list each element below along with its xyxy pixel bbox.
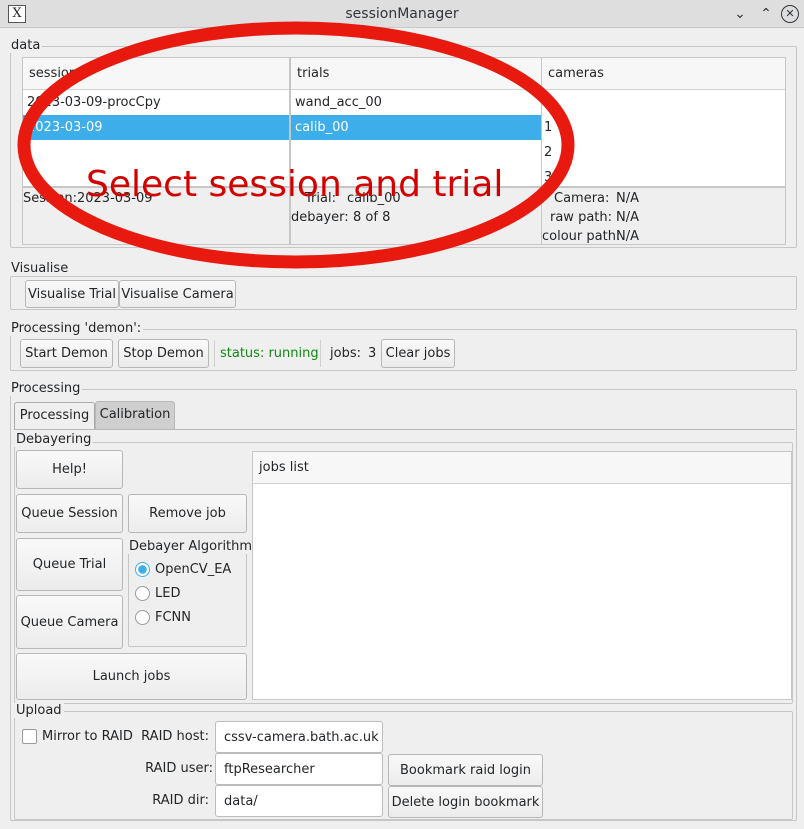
tab-divider [14,429,795,430]
tab-processing[interactable]: Processing [14,402,95,430]
raid-dir-label: RAID dir: [152,793,209,808]
demon-group-label: Processing 'demon': [9,321,144,336]
delete-login-bookmark-button[interactable]: Delete login bookmark [388,786,543,818]
raid-user-field[interactable]: ftpResearcher [215,753,383,785]
radio-opencv-ea[interactable] [135,562,150,577]
separator [214,340,215,367]
debayer-algorithm-label: Debayer Algorithm [127,539,255,554]
radio-label: FCNN [155,610,192,625]
processing-group-label: Processing [9,381,83,396]
debayering-group-label: Debayering [14,432,94,447]
visualise-trial-button[interactable]: Visualise Trial [25,280,119,308]
stop-demon-button[interactable]: Stop Demon [118,339,209,368]
visualise-camera-button[interactable]: Visualise Camera [119,280,236,308]
annotation-ellipse [17,21,575,269]
jobs-list-header[interactable]: jobs list [253,452,791,484]
queue-trial-button[interactable]: Queue Trial [16,538,123,591]
demon-status: status: running [220,346,319,361]
help-button[interactable]: Help! [16,450,123,489]
mirror-to-raid-label: Mirror to RAID [42,729,133,744]
radio-label: LED [155,586,181,601]
jobs-list[interactable]: jobs list [252,451,792,700]
tab-calibration[interactable]: Calibration [95,401,175,429]
annotation-text: Select session and trial [86,164,504,205]
raid-host-field[interactable]: cssv-camera.bath.ac.uk [215,721,383,753]
raid-user-label: RAID user: [145,761,213,776]
radio-label: OpenCV_EA [155,562,232,577]
mirror-to-raid-checkbox[interactable] [22,729,37,744]
start-demon-button[interactable]: Start Demon [20,339,113,368]
raid-host-label: RAID host: [141,729,209,744]
annotation-overlay [17,21,575,269]
visualise-group-label: Visualise [9,261,71,276]
bookmark-raid-login-button[interactable]: Bookmark raid login [388,754,543,786]
queue-session-button[interactable]: Queue Session [16,494,123,533]
remove-job-button[interactable]: Remove job [128,494,247,533]
jobs-count-value: 3 [368,346,377,361]
radio-led[interactable] [135,586,150,601]
clear-jobs-button[interactable]: Clear jobs [381,339,455,368]
launch-jobs-button[interactable]: Launch jobs [16,653,247,700]
jobs-count-label: jobs: [330,346,361,361]
radio-fcnn[interactable] [135,610,150,625]
queue-camera-button[interactable]: Queue Camera [16,595,123,649]
upload-group-label: Upload [14,703,64,718]
raid-dir-field[interactable]: data/ [215,785,383,817]
separator [320,340,321,367]
